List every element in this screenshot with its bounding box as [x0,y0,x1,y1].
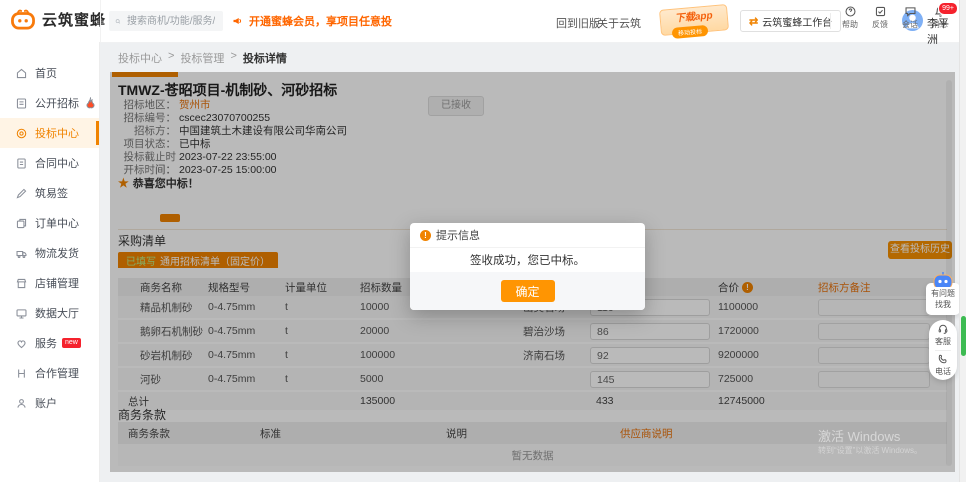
breadcrumb-current: 投标详情 [243,50,287,66]
sidebar-item-icon [15,307,28,320]
headset-icon [937,323,949,335]
sidebar-item[interactable]: 投标中心 [0,118,99,148]
header-icon-label: 会话 [902,19,918,30]
old-version-link[interactable]: 回到旧版 [556,15,600,31]
modal-message: 签收成功，您已中标。 [410,248,645,272]
tip-line: 找我 [926,299,960,310]
sidebar-item[interactable]: 数据大厅 [0,298,99,328]
header-icon-item[interactable]: 消息 99+ [928,5,952,30]
customer-service-button[interactable]: 客服 [935,323,951,347]
phone-label: 电话 [935,366,951,377]
breadcrumb-item[interactable]: 投标中心 [118,50,162,66]
breadcrumb-separator: > [168,50,174,66]
sidebar-item-label: 首页 [35,65,57,81]
sidebar-item[interactable]: 账户 [0,388,99,418]
sidebar-item-label: 合作管理 [35,365,79,381]
sidebar-item-label: 服务 [35,335,57,351]
sidebar-item-icon [15,337,28,350]
sidebar-item-label: 公开招标 [35,95,79,111]
sidebar-item-label: 订单中心 [35,215,79,231]
confirm-button[interactable]: 确定 [501,280,555,302]
prompt-modal: ! 提示信息 签收成功，您已中标。 确定 [410,223,645,310]
sidebar-item-icon [15,187,28,200]
sidebar-item[interactable]: 筑易签 [0,178,99,208]
sidebar-item-icon [15,367,28,380]
sidebar-item-icon [15,157,28,170]
header-icon-label: 帮助 [842,19,858,30]
contact-float-panel: 客服 电话 [929,320,957,380]
brand-logo[interactable]: 云筑蜜蜂 [10,8,106,30]
modal-footer: 确定 [410,272,645,310]
divider [100,0,101,42]
promo-text: 开通蜜蜂会员，享项目任意投 [249,13,392,29]
sidebar-item[interactable]: 服务 new [0,328,99,358]
top-bar: 云筑蜜蜂 开通蜜蜂会员，享项目任意投 回到旧版 关于云筑 下载app 移动投标 … [0,0,966,43]
divider [830,13,831,29]
page-scrollbar[interactable] [959,0,966,482]
modal-header: ! 提示信息 [410,223,645,248]
sidebar-item[interactable]: 合作管理 [0,358,99,388]
app-badge-sub: 移动投标 [672,25,709,39]
sidebar-item-icon [15,247,28,260]
assistant-robot-icon[interactable] [931,271,955,292]
sidebar-item-label: 物流发货 [35,245,79,261]
windows-activation-watermark: 激活 Windows 转到“设置”以激活 Windows。 [818,426,922,456]
sidebar-item[interactable]: 物流发货 [0,238,99,268]
sidebar-item[interactable]: 合同中心 [0,148,99,178]
search-input[interactable] [125,15,217,28]
header-icon-item[interactable]: 会话 [898,5,922,30]
sidebar-item-icon [15,97,28,110]
sidebar-item-icon [15,397,28,410]
sidebar-item-label: 账户 [35,395,57,411]
header-icon-item[interactable]: 反馈 [868,5,892,30]
breadcrumb-item[interactable]: 投标管理 [180,50,224,66]
swap-icon: ⇄ [749,15,758,28]
modal-title: 提示信息 [436,227,480,243]
header-icon-item[interactable]: 帮助 [838,5,862,30]
sidebar-item-icon [15,277,28,290]
message-count-badge: 99+ [938,2,958,15]
sidebar-item-icon [15,67,28,80]
sidebar-item-icon [15,217,28,230]
search-icon [115,16,121,27]
member-promo[interactable]: 开通蜜蜂会员，享项目任意投 [232,13,392,29]
scrollbar-thumb[interactable] [961,316,966,356]
phone-icon [937,353,949,365]
divider [935,350,951,351]
about-link[interactable]: 关于云筑 [597,15,641,31]
flame-icon [84,97,97,110]
workbench-label: 云筑蜜蜂工作台 [762,14,832,29]
sidebar-item-label: 投标中心 [35,125,79,141]
sidebar-item-icon [15,127,28,140]
header-icon-group: 帮助 反馈 会话 消息 99+ [838,5,952,30]
info-icon: ! [420,230,431,241]
sidebar-item-label: 店铺管理 [35,275,79,291]
sidebar-item[interactable]: 订单中心 [0,208,99,238]
sidebar-item[interactable]: 首页 [0,58,99,88]
brand-name: 云筑蜜蜂 [42,9,106,30]
sidebar-item-label: 合同中心 [35,155,79,171]
sidebar-nav: 首页 公开招标 投标中心 [0,42,100,482]
breadcrumb-separator: > [230,50,236,66]
megaphone-icon [232,15,244,27]
breadcrumb: 投标中心 > 投标管理 > 投标详情 [118,50,287,66]
robot-logo-icon [10,8,36,30]
download-app-badge[interactable]: 下载app 移动投标 [659,4,729,36]
sidebar-item[interactable]: 公开招标 [0,88,99,118]
sidebar-item-label: 数据大厅 [35,305,79,321]
app-window: 云筑蜜蜂 开通蜜蜂会员，享项目任意投 回到旧版 关于云筑 下载app 移动投标 … [0,0,966,482]
header-icon-label: 消息 [932,19,948,30]
global-search[interactable] [109,11,223,31]
phone-button[interactable]: 电话 [935,353,951,377]
workbench-button[interactable]: ⇄ 云筑蜜蜂工作台 [740,10,841,32]
new-badge: new [62,338,81,348]
sidebar-item[interactable]: 店铺管理 [0,268,99,298]
customer-service-label: 客服 [935,336,951,347]
sidebar-item-label: 筑易签 [35,185,68,201]
header-icon-label: 反馈 [872,19,888,30]
